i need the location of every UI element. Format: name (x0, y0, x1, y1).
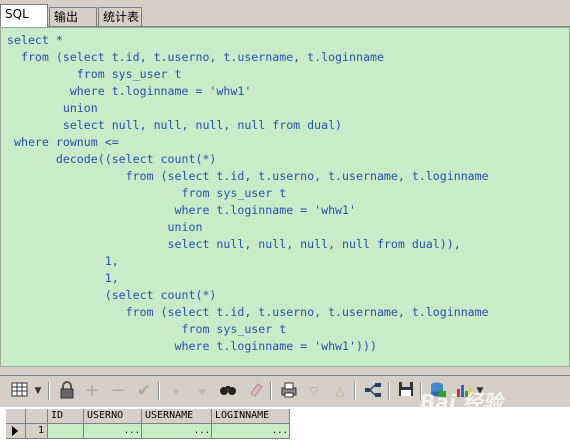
row-indicator (6, 424, 26, 439)
cell-loginname[interactable]: ... (212, 424, 290, 439)
print-icon[interactable] (279, 381, 299, 401)
cell-ellipsis-button[interactable]: ... (272, 424, 288, 438)
cell-id[interactable] (48, 424, 84, 439)
dropdown-arrow-icon[interactable]: ▼ (32, 381, 44, 401)
tab-statistics[interactable]: 统计表 (98, 7, 142, 26)
column-header-username[interactable]: USERNAME (142, 409, 212, 424)
add-record-icon[interactable]: + (82, 381, 102, 401)
tab-statistics-label: 统计表 (103, 10, 140, 24)
last-icon[interactable]: ⩔ (192, 381, 212, 401)
find-icon[interactable] (218, 381, 238, 401)
grid-corner (6, 409, 26, 424)
grid-icon[interactable] (10, 381, 30, 401)
tab-sql[interactable]: SQL (0, 4, 48, 27)
watermark-url: jingyan.baidu.com (450, 421, 534, 431)
watermark-logo: Bai 经验 (420, 390, 503, 414)
tab-sql-label: SQL (5, 7, 29, 21)
column-header-label: USERNAME (145, 410, 194, 421)
column-header-label: LOGINNAME (215, 410, 270, 421)
column-header-label: ID (51, 410, 64, 421)
tab-bar: SQL 输出 统计表 (0, 0, 570, 27)
next-icon[interactable]: ⩔ (166, 381, 186, 401)
cell-ellipsis-button[interactable]: ... (194, 424, 210, 438)
lock-icon[interactable] (57, 381, 77, 401)
column-header-label: USERNO (87, 410, 124, 421)
toolbar-separator (270, 382, 272, 400)
post-icon[interactable]: ✔ (134, 381, 154, 401)
cell-userno[interactable]: ... (84, 424, 142, 439)
current-row-arrow-icon (12, 426, 18, 436)
row-number-label: 1 (37, 425, 44, 436)
toolbar-separator (354, 382, 356, 400)
row-number: 1 (26, 424, 48, 439)
sql-editor[interactable]: select * from (select t.id, t.userno, t.… (0, 27, 570, 367)
tab-output-label: 输出 (54, 10, 79, 24)
column-header-loginname[interactable]: LOGINNAME (212, 409, 290, 424)
cell-username[interactable]: ... (142, 424, 212, 439)
sql-code[interactable]: select * from (select t.id, t.userno, t.… (7, 32, 489, 355)
link-icon[interactable] (363, 381, 383, 401)
toolbar-separator (48, 382, 50, 400)
cell-ellipsis-button[interactable]: ... (124, 424, 140, 438)
grid-rownum-header (26, 409, 48, 424)
tab-output[interactable]: 输出 (49, 7, 97, 26)
toolbar-separator (158, 382, 160, 400)
column-header-id[interactable]: ID (48, 409, 84, 424)
save-icon[interactable] (396, 381, 416, 401)
clear-icon[interactable] (246, 381, 266, 401)
down-icon[interactable]: ▽ (304, 381, 324, 401)
up-icon[interactable]: △ (330, 381, 350, 401)
toolbar-separator (388, 382, 390, 400)
column-header-userno[interactable]: USERNO (84, 409, 142, 424)
delete-record-icon[interactable]: − (108, 381, 128, 401)
splitter[interactable] (0, 367, 570, 376)
